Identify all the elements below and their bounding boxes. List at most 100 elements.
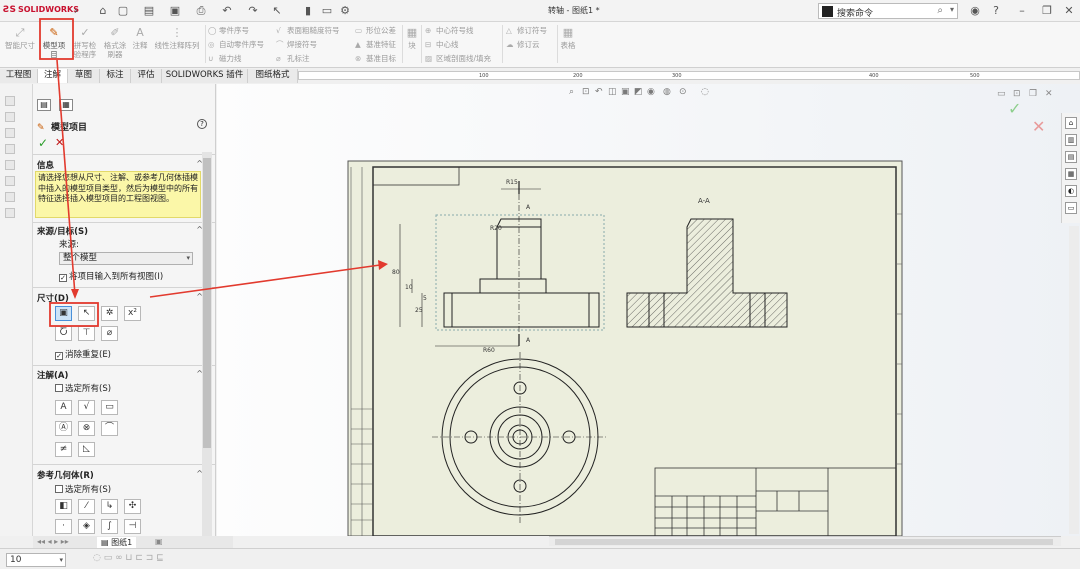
file-explorer-icon[interactable]: ▤ xyxy=(1065,151,1077,163)
options-gear-icon[interactable]: ⚙ xyxy=(338,4,352,18)
save-icon[interactable]: ▣ xyxy=(168,4,182,18)
model-items-button[interactable]: ✎ 模型项目 xyxy=(38,24,70,59)
auto-balloon-button[interactable]: ◎ 自动零件序号 xyxy=(208,40,264,49)
sheet-nav-icons[interactable]: ◂◂ ◂ ▸ ▸▸ xyxy=(37,537,69,546)
chevron-down-icon[interactable]: ▾ xyxy=(950,5,954,14)
tab-evaluate[interactable]: 评估 xyxy=(131,69,162,83)
import-all-views-checkbox[interactable]: ✓ 将项目输入到所有视图(I) xyxy=(59,270,163,282)
caterpillar-button[interactable]: ◺ xyxy=(78,442,95,457)
source-select[interactable]: 整个模型 ▾ xyxy=(59,252,193,265)
zoom-level-input[interactable]: 10 ▾ xyxy=(6,553,66,567)
select-all-annotations-checkbox[interactable]: 选定所有(S) xyxy=(55,382,111,394)
coordinate-system-button[interactable]: ↳ xyxy=(101,499,118,514)
feature-manager-tab-icon[interactable]: ▤ xyxy=(37,99,51,111)
new-document-icon[interactable]: ▢ xyxy=(116,4,130,18)
solidworks-logo[interactable]: ƧS SOLIDWORKS xyxy=(3,5,79,15)
tool-icon[interactable] xyxy=(5,128,15,138)
tab-sketch[interactable]: 草图 xyxy=(68,69,100,83)
axis-button[interactable]: ⁄ xyxy=(78,499,95,514)
custom-properties-icon[interactable]: ▭ xyxy=(1065,202,1077,214)
hole-callout-dim-button[interactable]: ⌀ xyxy=(101,326,118,341)
search-input[interactable]: 搜索命令 ⌕ ▾ xyxy=(818,3,958,19)
magnetic-line-button[interactable]: ∪ 磁力线 xyxy=(208,54,242,63)
open-folder-icon[interactable]: ▤ xyxy=(142,4,156,18)
dim-r60-label[interactable]: R60 xyxy=(483,347,495,354)
tool-icon[interactable] xyxy=(5,160,15,170)
select-all-reference-checkbox[interactable]: 选定所有(S) xyxy=(55,483,111,495)
spell-checker-button[interactable]: ✓ 拼写检 验程序 xyxy=(70,24,100,59)
point-button[interactable]: · xyxy=(55,519,72,534)
surface-button[interactable]: ◈ xyxy=(78,519,95,534)
linear-note-pattern-button[interactable]: ⋮ 线性注释阵列 xyxy=(150,24,204,50)
balloon-button[interactable]: ◯ 零件序号 xyxy=(208,26,249,35)
centerline-button[interactable]: ⊟ 中心线 xyxy=(425,40,459,49)
dim-80-label[interactable]: 80 xyxy=(392,269,400,276)
dim-25-label[interactable]: 25 xyxy=(415,307,423,314)
area-hatch-button[interactable]: ▨ 区域剖面线/填充 xyxy=(425,54,491,63)
section-view-label[interactable]: A-A xyxy=(698,197,710,205)
restore-icon[interactable]: ❐ xyxy=(1040,4,1054,18)
tool-icon[interactable] xyxy=(5,192,15,202)
hole-callout-button[interactable]: ⌀ 孔标注 xyxy=(276,54,310,63)
graphics-area[interactable]: ⌕ ⊡ ↶ ◫ ▣ ◩ ◉ ◍ ⊙ ◌ ▭ ⊡ ❐ ✕ ✓ ✕ R15 R20 … xyxy=(217,84,1080,536)
status-tool-icons[interactable]: ◌ ▭ ∞ ⊔ ⊏ ⊐ ⊑ xyxy=(93,553,164,563)
surface-finish-button[interactable]: √ 表面粗糙度符号 xyxy=(276,26,340,35)
plane-button[interactable]: ◧ xyxy=(55,499,72,514)
user-icon[interactable]: ◉ xyxy=(968,4,982,18)
center-mark-button[interactable]: ⊕ 中心符号线 xyxy=(425,26,474,35)
datum-target-button[interactable]: ⊗ xyxy=(78,421,95,436)
tab-sheet-format[interactable]: 图纸格式 xyxy=(248,69,298,83)
reference-geometry-group-header[interactable]: 参考几何体(R) ^ xyxy=(37,469,207,481)
help-icon[interactable]: ? xyxy=(989,4,1003,18)
pm-scrollbar[interactable] xyxy=(202,152,212,536)
tab-markup[interactable]: 标注 xyxy=(100,69,131,83)
add-sheet-icon[interactable]: ▣ xyxy=(155,537,163,546)
tool-icon[interactable] xyxy=(5,176,15,186)
instance-count-button[interactable]: ✲ xyxy=(101,306,118,321)
annotations-group-header[interactable]: 注解(A) ^ xyxy=(37,369,207,381)
datum-button[interactable]: Ⓐ xyxy=(55,421,72,436)
search-icon[interactable]: ⌕ xyxy=(937,5,943,16)
dim-10-label[interactable]: 10 xyxy=(405,284,413,291)
dimensions-group-header[interactable]: 尺寸(D) ^ xyxy=(37,292,207,304)
ok-button[interactable]: ✓ xyxy=(38,136,48,150)
eliminate-duplicates-checkbox[interactable]: ✓ 消除重复(E) xyxy=(55,348,111,360)
graphics-vertical-scrollbar[interactable] xyxy=(1069,226,1079,534)
select-icon[interactable]: ↖ xyxy=(270,4,284,18)
tool-icon[interactable] xyxy=(5,144,15,154)
revision-symbol-button[interactable]: △ 修订符号 xyxy=(506,26,547,35)
geometric-tolerance-button[interactable]: ▭ xyxy=(101,400,118,415)
format-painter-button[interactable]: ✐ 格式涂 刷器 xyxy=(100,24,130,59)
not-marked-for-drawing-button[interactable]: ↖ xyxy=(78,306,95,321)
cancel-button[interactable]: ✕ xyxy=(55,136,64,149)
curve-button[interactable]: ∫ xyxy=(101,519,118,534)
surface-finish-button[interactable]: √ xyxy=(78,400,95,415)
revision-cloud-button[interactable]: ☁ 修订云 xyxy=(506,40,540,49)
help-icon[interactable]: ? xyxy=(197,119,207,129)
weld-symbol-button[interactable]: ⌒ 焊接符号 xyxy=(276,40,317,49)
design-library-icon[interactable]: ▥ xyxy=(1065,134,1077,146)
scrollbar-thumb[interactable] xyxy=(555,539,1053,545)
print-icon[interactable]: ⎙ xyxy=(194,4,208,18)
undo-icon[interactable]: ↶ xyxy=(220,4,234,18)
cosmetic-thread-button[interactable]: ≠ xyxy=(55,442,72,457)
geometric-tolerance-button[interactable]: ▭ 形位公差 xyxy=(355,26,396,35)
redo-icon[interactable]: ↷ xyxy=(246,4,260,18)
tool-icon[interactable] xyxy=(5,112,15,122)
confirm-ok-icon[interactable]: ✓ xyxy=(1008,99,1021,118)
file-properties-icon[interactable]: ▭ xyxy=(320,4,334,18)
tab-annotation[interactable]: 注解 xyxy=(38,69,68,83)
weld-symbol-button[interactable]: ⌒ xyxy=(101,421,118,436)
tool-icon[interactable] xyxy=(5,208,15,218)
tab-drawing[interactable]: 工程图 xyxy=(0,69,38,83)
minimize-icon[interactable]: – xyxy=(1015,4,1029,18)
routing-point-button[interactable]: ⊣ xyxy=(124,519,141,534)
smart-dimension-button[interactable]: ⤢ 智能尺寸 xyxy=(2,24,38,50)
marked-for-drawing-button[interactable]: ▣ xyxy=(55,306,72,321)
appearances-icon[interactable]: ◐ xyxy=(1065,185,1077,197)
rebuild-icon[interactable]: ▮ xyxy=(301,4,315,18)
home-icon[interactable]: ⌂ xyxy=(1065,117,1077,129)
dim-r15-label[interactable]: R15 xyxy=(506,179,518,186)
source-group-header[interactable]: 来源/目标(S) ^ xyxy=(37,225,207,237)
hole-wizard-locations-button[interactable]: ⊤ xyxy=(78,326,95,341)
